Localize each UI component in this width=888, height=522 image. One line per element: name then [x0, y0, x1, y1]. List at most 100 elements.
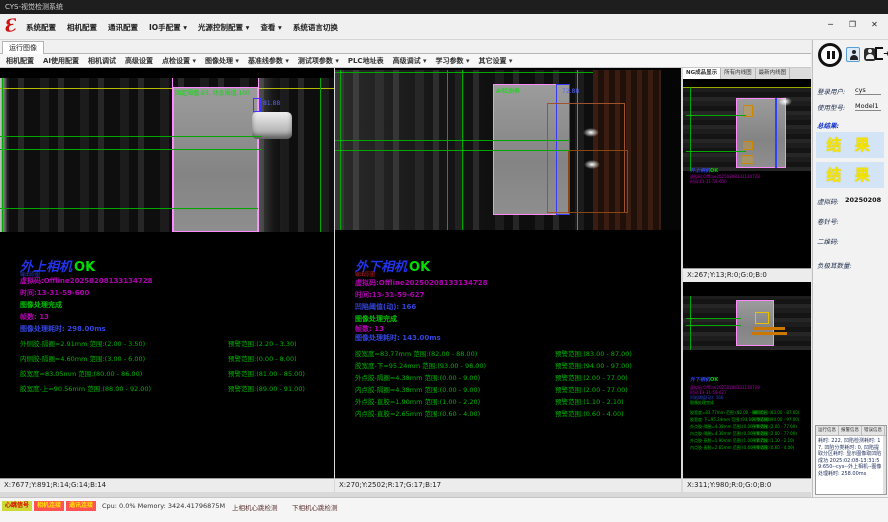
toolbar: 相机配置 AI使用配置 相机调试 高级设置 点检设置 ▾ 图像处理 ▾ 基准线参…	[0, 54, 811, 68]
close-icon[interactable]: ✕	[867, 17, 882, 32]
tool-test-params[interactable]: 测试项参数 ▾	[298, 56, 339, 66]
status-bar: 心跳信号 相机连接 通讯连接 Cpu: 0.0% Memory: 3424.41…	[0, 497, 888, 522]
measurement-value: 胶宽度=83.77mm 范围:(82.00 - 88.00)	[355, 348, 477, 358]
camera-image-upper[interactable]: 固定阈值:93, 动态阈值:100 81.88	[0, 78, 334, 232]
measurement-row: 外点胶-隔圈=4.38mm 范围:(0.00 - 9.00) 预警范围:(2.0…	[355, 372, 679, 380]
menu-language-switch[interactable]: 系统语言切换	[293, 22, 338, 33]
tool-other-settings[interactable]: 其它设置 ▾	[478, 56, 512, 66]
elapsed-line: 图像处理耗时: 298.00ms	[20, 324, 106, 334]
login-user-value[interactable]: cys	[855, 86, 881, 95]
measurement-value: 胶宽度=83.05mm 范围:(80.00 - 86.00)	[20, 368, 142, 378]
elapsed-line: 图像处理耗时: 143.00ms	[355, 333, 441, 343]
tab-run-image[interactable]: 运行图像	[2, 41, 44, 54]
menu-system-config[interactable]: 系统配置	[26, 22, 56, 33]
camera-image-lower[interactable]: AI检测框 72.88	[335, 70, 681, 230]
title-bar: CYS-视觉检测系统	[0, 0, 888, 14]
mini-camera-title: 外下相机OK	[690, 376, 718, 383]
cpu-memory-text: Cpu: 0.0% Memory: 3424.41796875M	[102, 502, 225, 510]
log-scrollbar[interactable]	[883, 436, 886, 494]
camera-view-upper[interactable]: 固定阈值:93, 动态阈值:100 81.88 外上相机OK 输出原图 虚拟码:…	[0, 68, 334, 492]
ai-frame-overlay-label: AI检测框	[496, 86, 520, 95]
green-reference-line	[690, 296, 691, 350]
measurement-row: 胶宽度-下=95.24mm 范围:(93.00 - 98.00) 预警范围:(9…	[355, 360, 679, 368]
mini-done-line: 图像处理完成	[690, 400, 714, 406]
warning-range: 预警范围:(89.00 - 91.00)	[228, 383, 305, 393]
menu-camera-config[interactable]: 相机配置	[67, 22, 97, 33]
small-camera-image-top[interactable]: 外上相机OK 虚拟码:Offline20250208133134728 时间:1…	[683, 79, 811, 268]
menu-light-config[interactable]: 光源控制配置 ▾	[198, 22, 249, 33]
result-box-upper: 结 果	[816, 132, 884, 158]
measurement-row: 内侧胶-隔圈=4.60mm 范围:(3.00 - 6.00) 预警范围:(0.0…	[20, 353, 332, 361]
exit-door-icon	[875, 47, 883, 60]
rtab-ng-display[interactable]: NG成品显示	[683, 68, 721, 79]
camera-view-lower[interactable]: AI检测框 72.88 外下相机OK 输出原图 虚拟码:Offline20250…	[335, 68, 681, 492]
log-box[interactable]: 运行信息 报警信息 错误信息 耗时: 222, 凹陷检测耗时: 17, 凹陷分类…	[815, 425, 887, 495]
warning-range: 预警范围:(0.60 - 4.00)	[752, 445, 794, 451]
measure-rect	[253, 98, 261, 112]
minimize-icon[interactable]: ─	[823, 17, 838, 32]
tool-advanced-settings[interactable]: 高级设置	[125, 56, 153, 66]
login-user-label: 登录用户:	[817, 86, 845, 96]
log-tab-run[interactable]: 运行信息	[816, 426, 839, 435]
tab-row: 运行图像	[0, 40, 811, 54]
green-measure-line	[0, 136, 262, 137]
tool-learning-params[interactable]: 学习参数 ▾	[436, 56, 470, 66]
green-measure-line	[335, 150, 570, 151]
measurement-row: 内点胶-隔圈=4.38mm 范围:(0.00 - 9.00) 预警范围:(2.0…	[355, 384, 679, 392]
time-line: 时间:13-31-59-600	[20, 288, 89, 298]
mini-measurement-row: 外点胶-直胶=1.90mm 范围:(1.00 - 2.20)预警范围:(1.10…	[690, 438, 810, 443]
small-view-top[interactable]: 外上相机OK 虚拟码:Offline20250208133134728 时间:1…	[683, 79, 811, 282]
yellow-reference-line	[0, 88, 334, 89]
camera-status-ok: OK	[74, 260, 95, 275]
warning-range: 预警范围:(1.10 - 2.10)	[555, 396, 624, 406]
person-icon	[866, 49, 874, 59]
measurement-value: 外侧胶-隔圈=2.91mm 范围:(2.00 - 3.50)	[20, 338, 145, 348]
tool-plc-address[interactable]: PLC地址表	[348, 56, 384, 66]
tab-count-label: 负极耳数量:	[817, 260, 852, 270]
tool-advanced-debug[interactable]: 高级调试 ▾	[393, 56, 427, 66]
roi-rect	[568, 150, 628, 213]
log-tab-alarm[interactable]: 报警信息	[839, 426, 862, 435]
frame-count-line: 帧数: 13	[20, 312, 49, 322]
warning-range: 预警范围:(0.60 - 4.00)	[555, 408, 624, 418]
small-view-bottom[interactable]: 外下相机OK 虚拟码:Offline20250208133134728 时间:1…	[683, 282, 811, 492]
coordinate-bar: X:7677;Y:891;R:14;G:14;B:14	[0, 478, 334, 492]
tool-spotcheck-settings[interactable]: 点检设置 ▾	[162, 56, 196, 66]
tool-ai-config[interactable]: AI使用配置	[43, 56, 79, 66]
heartbeat-badge: 心跳信号	[2, 501, 32, 511]
lower-camera-heartbeat-link[interactable]: 下相机心跳检测	[292, 502, 338, 512]
measurement-value: 内点胶-直胶=2.65mm 范围:(0.60 - 4.00)	[355, 408, 480, 418]
tab-glint	[584, 160, 600, 169]
menu-io-config[interactable]: IO手配置 ▾	[149, 22, 187, 33]
menu-view[interactable]: 查看 ▾	[260, 22, 281, 33]
tool-camera-config[interactable]: 相机配置	[6, 56, 34, 66]
menu-comm-config[interactable]: 通讯配置	[108, 22, 138, 33]
green-measure-line	[686, 151, 746, 152]
model-value[interactable]: Model1	[855, 102, 881, 111]
pause-button[interactable]	[818, 43, 842, 67]
warning-range: 预警范围:(0.00 - 8.00)	[228, 353, 297, 363]
comm-connection-badge: 通讯连接	[66, 501, 96, 511]
small-camera-image-bottom[interactable]	[683, 294, 811, 352]
tool-camera-debug[interactable]: 相机调试	[88, 56, 116, 66]
tab-glint	[583, 128, 599, 137]
tool-baseline-params[interactable]: 基准线参数 ▾	[248, 56, 289, 66]
mini-camera-title: 外上相机OK	[690, 167, 718, 174]
green-measure-line	[335, 140, 570, 141]
mini-time-line: 时间:13-31-59-600	[690, 179, 727, 185]
control-panel: ➜ 登录用户: cys 使用型号: Model1 总结果: 结 果 结 果 虚拟…	[812, 40, 888, 497]
mini-measurement-row: 内点胶-隔圈=4.38mm 范围:(0.00 - 9.00)预警范围:(2.00…	[690, 431, 810, 436]
measurement-value: 胶宽度-下=95.24mm 范围:(93.00 - 98.00)	[355, 360, 486, 370]
coordinate-bar: X:270;Y:2502;R:17;G:17;B:17	[335, 478, 681, 492]
maximize-icon[interactable]: ❐	[845, 17, 860, 32]
log-text: 耗时: 222, 凹陷检测耗时: 17, 凹陷分类耗时: 0, 凹陷提取分区耗时…	[816, 436, 886, 479]
menu-items: 系统配置 相机配置 通讯配置 IO手配置 ▾ 光源控制配置 ▾ 查看 ▾ 系统语…	[26, 14, 338, 40]
user-button[interactable]	[846, 47, 860, 62]
log-tab-error[interactable]: 错误信息	[862, 426, 885, 435]
person-icon	[850, 50, 858, 60]
rtab-latest-lines[interactable]: 最新内线图	[756, 68, 791, 79]
upper-camera-heartbeat-link[interactable]: 上相机心跳检测	[232, 502, 278, 512]
rtab-all-lines[interactable]: 所有内线图	[721, 68, 756, 79]
tool-image-processing[interactable]: 图像处理 ▾	[205, 56, 239, 66]
exit-button[interactable]: ➜	[875, 47, 888, 61]
